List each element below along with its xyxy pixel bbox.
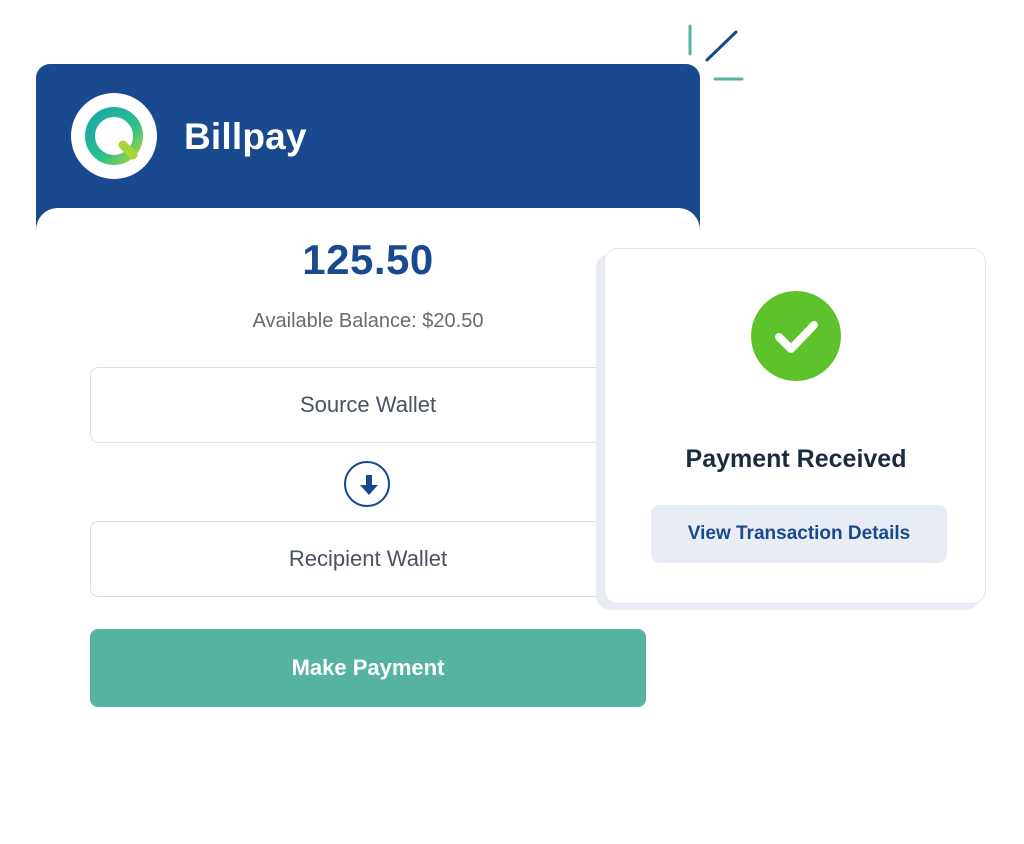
checkmark-icon — [751, 291, 841, 381]
source-wallet-label: Source Wallet — [299, 392, 437, 417]
app-title: Billpay — [184, 116, 307, 157]
popup-title: Payment Received — [685, 445, 907, 473]
arrow-down-icon[interactable] — [344, 461, 390, 507]
recipient-wallet-field[interactable]: Recipient Wallet — [90, 521, 646, 597]
source-wallet-field[interactable]: Source Wallet — [90, 367, 646, 443]
view-transaction-details-button[interactable]: View Transaction Details — [651, 505, 947, 563]
make-payment-button[interactable]: Make Payment — [90, 629, 646, 707]
view-transaction-details-label: View Transaction Details — [687, 523, 911, 544]
payment-received-popup: Payment Received View Transaction Detail… — [604, 248, 986, 604]
billpay-logo-icon — [71, 93, 157, 179]
make-payment-label: Make Payment — [291, 655, 445, 680]
recipient-wallet-label: Recipient Wallet — [288, 546, 448, 571]
